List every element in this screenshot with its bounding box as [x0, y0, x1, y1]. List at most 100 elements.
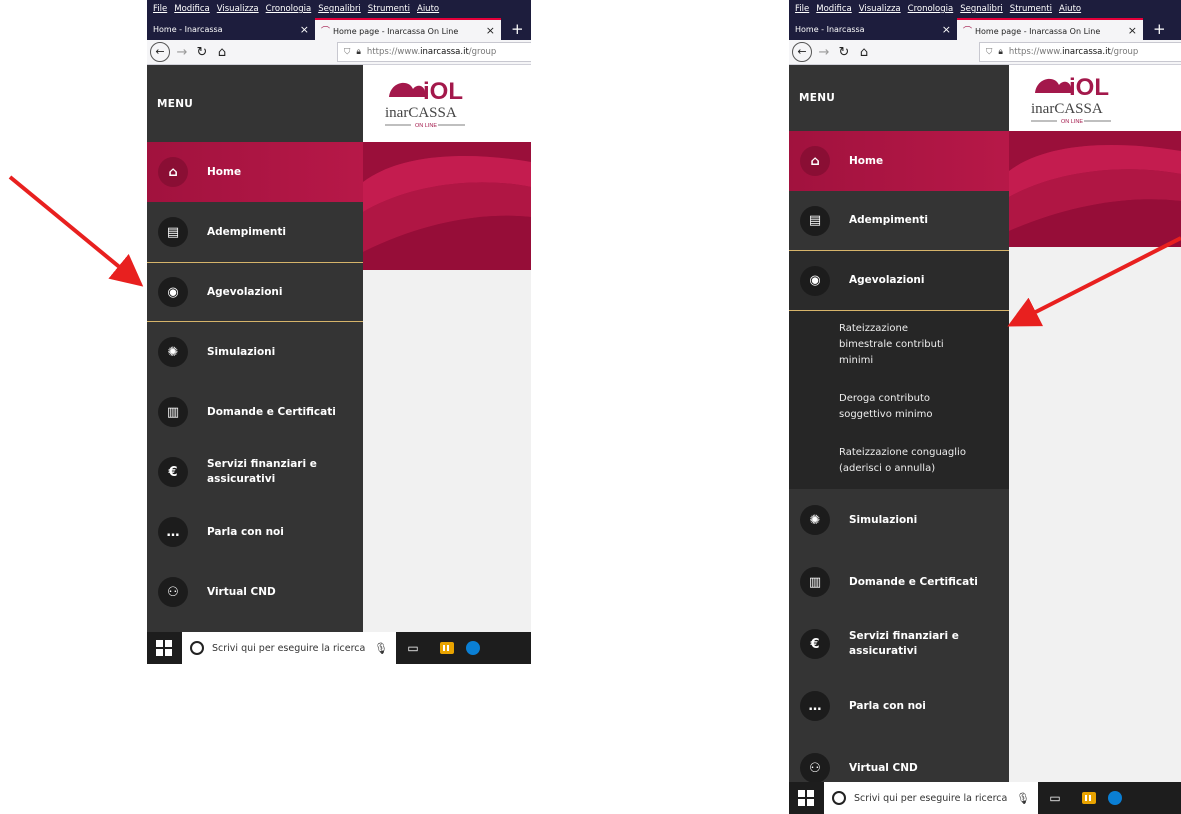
home-icon[interactable]: ⌂	[854, 45, 874, 60]
sidebar-item-parla-con-noi[interactable]: … Parla con noi	[147, 502, 363, 562]
sidebar-item-label: Servizi finanziari e assicurativi	[849, 630, 959, 657]
sidebar-item-domande-certificati[interactable]: ▥ Domande e Certificati	[147, 382, 363, 442]
menu-aiuto[interactable]: Aiuto	[1059, 4, 1081, 14]
sidebar-item-servizi-finanziari[interactable]: € Servizi finanziari e assicurativi	[789, 613, 1009, 675]
microphone-icon[interactable]: 🎙︎	[374, 642, 388, 655]
close-icon[interactable]: ×	[1128, 24, 1137, 37]
close-icon[interactable]: ×	[300, 23, 309, 36]
sidebar-item-adempimenti[interactable]: ▤ Adempimenti	[789, 191, 1009, 251]
sidebar-item-label: Parla con noi	[849, 699, 926, 712]
menu-modifica[interactable]: Modifica	[816, 4, 852, 14]
submenu-item-deroga-contributo[interactable]: Deroga contributo soggettivo minimo	[789, 391, 949, 445]
edge-icon[interactable]	[466, 641, 480, 655]
sidebar-item-virtual-cnd[interactable]: ⚇ Virtual CND	[147, 562, 363, 622]
task-view-icon[interactable]: ▭	[1038, 791, 1072, 805]
url-prefix: https://www.	[366, 47, 421, 57]
sidebar-item-parla-con-noi[interactable]: … Parla con noi	[789, 675, 1009, 737]
windows-start-icon[interactable]	[798, 790, 814, 806]
browser-navbar: ← → ↻ ⌂ ⛉ 🔒︎ https://www.inarcassa.it/gr…	[789, 40, 1181, 65]
menu-strumenti[interactable]: Strumenti	[1010, 4, 1052, 14]
reload-icon[interactable]: ↻	[834, 45, 854, 60]
sidebar-item-adempimenti[interactable]: ▤ Adempimenti	[147, 202, 363, 262]
url-bar[interactable]: ⛉ 🔒︎ https://www.inarcassa.it/group	[337, 42, 531, 62]
sidebar-item-simulazioni[interactable]: ✺ Simulazioni	[147, 322, 363, 382]
tab-home-page-inarcassa-online[interactable]: ⌒ Home page - Inarcassa On Line ×	[315, 18, 501, 40]
sidebar-item-label: Domande e Certificati	[207, 405, 336, 418]
sidebar-item-servizi-finanziari[interactable]: € Servizi finanziari e assicurativi	[147, 442, 363, 502]
inarcassa-logo[interactable]: iOL inarCASSA ON LINE	[383, 73, 478, 131]
lock-icon[interactable]: 🔒︎	[998, 47, 1003, 57]
main-content: iOL inarCASSA ON LINE	[1009, 65, 1181, 814]
sidebar-item-label: Adempimenti	[849, 214, 928, 226]
menu-file[interactable]: File	[795, 4, 809, 14]
browser-menubar: File Modifica Visualizza Cronologia Segn…	[789, 0, 1181, 18]
menu-file[interactable]: File	[153, 4, 167, 14]
sidebar-item-home[interactable]: ⌂ Home	[147, 142, 363, 202]
sidebar-item-agevolazioni[interactable]: ◉ Agevolazioni	[147, 262, 363, 322]
close-icon[interactable]: ×	[486, 24, 495, 37]
taskbar-search-input[interactable]: Scrivi qui per eseguire la ricerca 🎙︎	[824, 782, 1038, 814]
inarcassa-logo[interactable]: iOL inarCASSA ON LINE	[1029, 69, 1124, 127]
sidebar-item-label: Simulazioni	[849, 513, 918, 526]
svg-text:iOL: iOL	[423, 78, 463, 105]
favicon-icon: ⌒	[963, 26, 973, 37]
menu-cronologia[interactable]: Cronologia	[908, 4, 954, 14]
lock-icon[interactable]: 🔒︎	[356, 47, 361, 57]
back-arrow-icon[interactable]: ←	[150, 42, 170, 62]
url-suffix: /group	[468, 47, 497, 57]
group-icon: ⚇	[800, 753, 830, 783]
home-icon[interactable]: ⌂	[212, 45, 232, 60]
store-icon[interactable]	[1082, 792, 1096, 804]
menu-strumenti[interactable]: Strumenti	[368, 4, 410, 14]
back-arrow-icon[interactable]: ←	[792, 42, 812, 62]
tab-home-page-inarcassa-online[interactable]: ⌒ Home page - Inarcassa On Line ×	[957, 18, 1143, 40]
forward-arrow-icon[interactable]: →	[172, 45, 192, 60]
menu-modifica[interactable]: Modifica	[174, 4, 210, 14]
url-bar[interactable]: ⛉ 🔒︎ https://www.inarcassa.it/group	[979, 42, 1181, 62]
tab-home-inarcassa[interactable]: Home - Inarcassa ×	[147, 18, 315, 40]
sidebar-item-simulazioni[interactable]: ✺ Simulazioni	[789, 489, 1009, 551]
menu-title: MENU	[157, 97, 194, 110]
submenu-item-rateizzazione-bimestrale[interactable]: Rateizzazione bimestrale contributi mini…	[789, 321, 959, 391]
agevolazioni-submenu: Rateizzazione bimestrale contributi mini…	[789, 311, 1009, 489]
menu-title: MENU	[799, 92, 836, 104]
sidebar-item-agevolazioni[interactable]: ◉ Agevolazioni	[789, 251, 1009, 311]
task-view-icon[interactable]: ▭	[396, 641, 430, 655]
menu-visualizza[interactable]: Visualizza	[217, 4, 259, 14]
clipboard-icon: ▤	[800, 205, 830, 236]
menu-segnalibri[interactable]: Segnalibri	[960, 4, 1003, 14]
search-placeholder: Scrivi qui per eseguire la ricerca	[854, 792, 1008, 804]
menu-visualizza[interactable]: Visualizza	[859, 4, 901, 14]
reload-icon[interactable]: ↻	[192, 45, 212, 60]
sidebar-item-home[interactable]: ⌂ Home	[789, 131, 1009, 191]
tab-label: Home page - Inarcassa On Line	[333, 26, 459, 36]
tab-label: Home page - Inarcassa On Line	[975, 26, 1101, 36]
documents-icon: ▥	[800, 567, 830, 597]
forward-arrow-icon[interactable]: →	[814, 45, 834, 60]
tab-home-inarcassa[interactable]: Home - Inarcassa ×	[789, 18, 957, 40]
sidebar-item-domande-certificati[interactable]: ▥ Domande e Certificati	[789, 551, 1009, 613]
documents-icon: ▥	[158, 397, 188, 427]
sidebar-item-label: Virtual CND	[207, 585, 276, 598]
menu-aiuto[interactable]: Aiuto	[417, 4, 439, 14]
submenu-item-rateizzazione-conguaglio[interactable]: Rateizzazione conguaglio (aderisci o ann…	[789, 445, 979, 485]
menu-cronologia[interactable]: Cronologia	[266, 4, 312, 14]
main-content: iOL inarCASSA ON LINE	[363, 65, 531, 664]
clipboard-icon: ▤	[158, 217, 188, 247]
header-logo-area: iOL inarCASSA ON LINE	[1009, 65, 1181, 131]
new-tab-button[interactable]: +	[501, 18, 524, 40]
menu-segnalibri[interactable]: Segnalibri	[318, 4, 361, 14]
favicon-icon: ⌒	[321, 26, 331, 37]
microphone-icon[interactable]: 🎙︎	[1016, 792, 1030, 805]
new-tab-button[interactable]: +	[1143, 18, 1166, 40]
sidebar-item-label: Simulazioni	[207, 345, 276, 358]
taskbar-search-input[interactable]: Scrivi qui per eseguire la ricerca 🎙︎	[182, 632, 396, 664]
windows-start-icon[interactable]	[156, 640, 172, 656]
tracking-shield-icon[interactable]: ⛉	[344, 47, 350, 57]
close-icon[interactable]: ×	[942, 23, 951, 36]
screenshot-collapsed-menu: File Modifica Visualizza Cronologia Segn…	[147, 0, 531, 664]
hero-banner	[1009, 131, 1181, 247]
edge-icon[interactable]	[1108, 791, 1122, 805]
tracking-shield-icon[interactable]: ⛉	[986, 47, 992, 57]
store-icon[interactable]	[440, 642, 454, 654]
